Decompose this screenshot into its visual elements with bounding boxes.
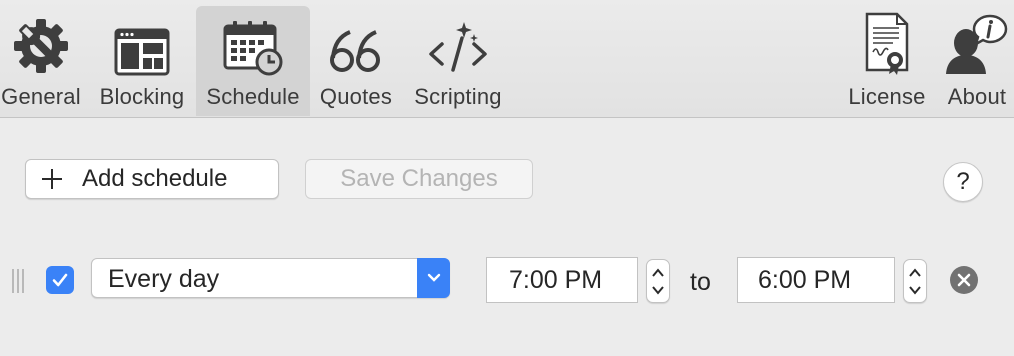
end-time-value: 6:00 PM: [758, 265, 852, 294]
tab-quotes[interactable]: Quotes: [314, 6, 398, 116]
start-time-field[interactable]: 7:00 PM: [486, 257, 638, 303]
window-grid-icon: [114, 6, 170, 76]
person-info-icon: [946, 6, 1008, 76]
gear-wrench-icon: [11, 6, 71, 76]
start-time-stepper[interactable]: [646, 259, 670, 303]
save-changes-label: Save Changes: [340, 165, 498, 192]
tab-label: Schedule: [206, 84, 300, 109]
remove-schedule-button[interactable]: [950, 266, 978, 294]
help-label: ?: [956, 168, 970, 195]
enabled-checkbox[interactable]: [46, 266, 74, 294]
checkmark-icon: [52, 273, 68, 287]
add-schedule-label: Add schedule: [82, 165, 228, 192]
end-time-stepper[interactable]: [903, 259, 927, 303]
end-time-field[interactable]: 6:00 PM: [737, 257, 895, 303]
tab-label: About: [947, 84, 1007, 109]
tab-label: Blocking: [99, 84, 185, 109]
time-range-separator: to: [690, 268, 711, 296]
chevron-down-icon: [427, 273, 440, 282]
tab-blocking[interactable]: Blocking: [94, 6, 190, 116]
close-icon: [957, 273, 971, 287]
tab-about[interactable]: About: [940, 6, 1014, 116]
plus-icon: [40, 167, 64, 191]
drag-handle[interactable]: [11, 268, 27, 294]
quote-marks-icon: [328, 6, 384, 76]
stepper-arrows-icon: [909, 268, 921, 295]
tab-license[interactable]: License: [844, 6, 930, 116]
preferences-toolbar: General Blocking Schedule Quotes Scripti…: [0, 0, 1014, 118]
recurrence-select[interactable]: Every day: [91, 258, 450, 298]
add-schedule-button[interactable]: Add schedule: [25, 159, 279, 199]
save-changes-button[interactable]: Save Changes: [305, 159, 533, 199]
help-button[interactable]: ?: [943, 162, 983, 202]
tab-label: General: [1, 84, 81, 109]
tab-label: Scripting: [414, 84, 502, 109]
dropdown-arrow: [417, 258, 450, 298]
tab-general[interactable]: General: [0, 6, 82, 116]
tab-schedule[interactable]: Schedule: [196, 6, 310, 116]
stepper-arrows-icon: [652, 268, 664, 295]
recurrence-value: Every day: [108, 265, 220, 293]
tab-label: Quotes: [319, 84, 393, 109]
tab-label: License: [848, 84, 926, 109]
tab-scripting[interactable]: Scripting: [406, 6, 510, 116]
certificate-icon: [863, 6, 911, 76]
code-sparkle-icon: [426, 6, 490, 76]
calendar-clock-icon: [223, 6, 283, 76]
start-time-value: 7:00 PM: [509, 265, 603, 294]
